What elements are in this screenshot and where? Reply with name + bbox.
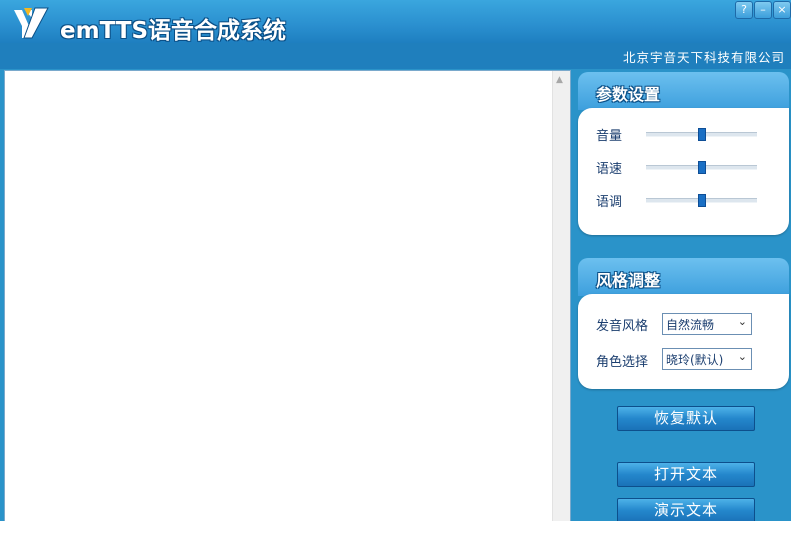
voice-style-select[interactable]: 自然流畅 ⌄ <box>662 313 752 335</box>
text-editor[interactable]: ▲ <box>4 70 571 521</box>
chevron-down-icon: ⌄ <box>737 315 747 328</box>
params-panel-body: 音量 语速 语调 <box>578 108 789 235</box>
app-window: emTTS语音合成系统 ? – × 北京宇音天下科技有限公司 ▲ 参数设置 音量… <box>0 0 791 521</box>
role-select[interactable]: 晓玲(默认) ⌄ <box>662 348 752 370</box>
close-button[interactable]: × <box>773 1 791 19</box>
params-panel-header: 参数设置 <box>578 72 789 110</box>
pitch-slider[interactable] <box>646 194 757 207</box>
app-logo-icon <box>14 7 49 39</box>
company-bar: 北京宇音天下科技有限公司 <box>0 43 791 69</box>
style-panel: 风格调整 发音风格 自然流畅 ⌄ 角色选择 晓玲(默认) ⌄ <box>578 258 791 390</box>
demo-text-button[interactable]: 演示文本 <box>617 498 755 521</box>
voice-style-value: 自然流畅 <box>666 318 715 332</box>
style-panel-header: 风格调整 <box>578 258 789 296</box>
title-bar[interactable]: emTTS语音合成系统 ? – × <box>0 0 791 44</box>
params-panel: 参数设置 音量 语速 语调 <box>578 72 791 236</box>
scroll-up-icon[interactable]: ▲ <box>556 75 563 85</box>
editor-content[interactable] <box>9 75 548 521</box>
volume-slider-thumb[interactable] <box>698 128 706 141</box>
app-title: emTTS语音合成系统 <box>60 18 287 44</box>
speed-label: 语速 <box>596 162 623 177</box>
voice-style-label: 发音风格 <box>596 319 649 334</box>
params-panel-title: 参数设置 <box>596 85 661 104</box>
minimize-icon: – <box>760 3 766 16</box>
style-panel-title: 风格调整 <box>596 271 661 290</box>
role-value: 晓玲(默认) <box>666 353 724 367</box>
volume-slider[interactable] <box>646 128 757 141</box>
pitch-label: 语调 <box>596 195 623 210</box>
speed-slider-thumb[interactable] <box>698 161 706 174</box>
open-text-button[interactable]: 打开文本 <box>617 462 755 487</box>
restore-default-button[interactable]: 恢复默认 <box>617 406 755 431</box>
company-name: 北京宇音天下科技有限公司 <box>622 50 785 65</box>
help-button[interactable]: ? <box>735 1 753 19</box>
help-icon: ? <box>741 3 747 16</box>
speed-slider[interactable] <box>646 161 757 174</box>
vertical-scrollbar[interactable]: ▲ <box>552 71 570 521</box>
pitch-slider-thumb[interactable] <box>698 194 706 207</box>
close-icon: × <box>777 3 787 16</box>
role-label: 角色选择 <box>596 355 649 370</box>
style-panel-body: 发音风格 自然流畅 ⌄ 角色选择 晓玲(默认) ⌄ <box>578 294 789 389</box>
chevron-down-icon: ⌄ <box>737 350 747 363</box>
volume-label: 音量 <box>596 129 623 144</box>
minimize-button[interactable]: – <box>754 1 772 19</box>
